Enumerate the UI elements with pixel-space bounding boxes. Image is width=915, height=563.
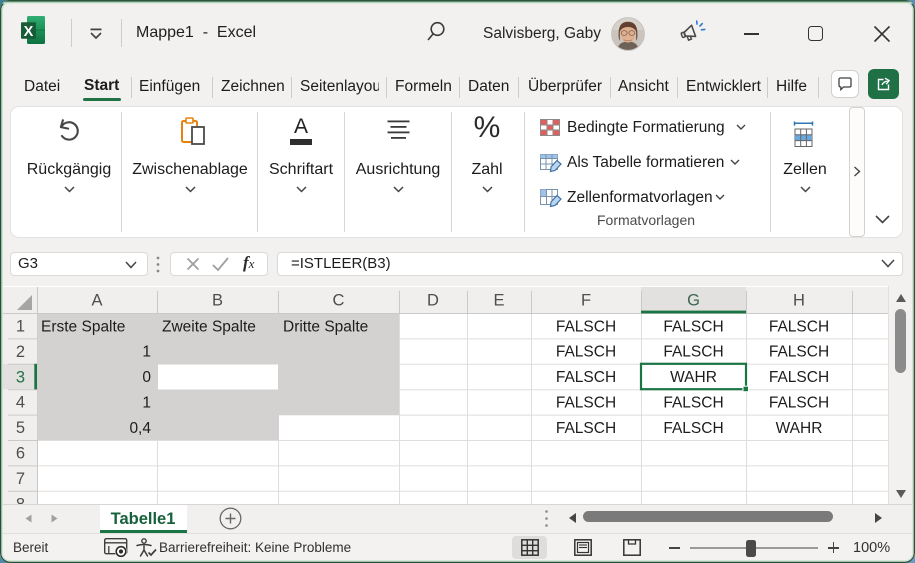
svg-text:FALSCH: FALSCH <box>663 344 723 361</box>
svg-text:X: X <box>24 24 34 40</box>
svg-text:0: 0 <box>142 369 151 386</box>
svg-text:FALSCH: FALSCH <box>556 344 616 361</box>
svg-text:3: 3 <box>16 368 25 386</box>
svg-text:FALSCH: FALSCH <box>663 420 723 437</box>
svg-text:H: H <box>793 292 805 310</box>
svg-text:FALSCH: FALSCH <box>769 344 829 361</box>
svg-text:5: 5 <box>16 419 25 437</box>
svg-text:FALSCH: FALSCH <box>663 395 723 412</box>
svg-text:7: 7 <box>16 470 25 488</box>
svg-text:F: F <box>581 292 591 310</box>
svg-text:B: B <box>212 292 223 310</box>
svg-text:FALSCH: FALSCH <box>556 318 616 335</box>
svg-text:FALSCH: FALSCH <box>663 318 723 335</box>
svg-text:Dritte Spalte: Dritte Spalte <box>283 318 368 335</box>
svg-text:6: 6 <box>16 445 25 463</box>
svg-text:2: 2 <box>16 343 25 361</box>
svg-text:WAHR: WAHR <box>776 420 823 437</box>
svg-text:FALSCH: FALSCH <box>769 395 829 412</box>
svg-text:C: C <box>333 292 345 310</box>
svg-text:D: D <box>427 292 439 310</box>
svg-text:FALSCH: FALSCH <box>556 420 616 437</box>
svg-text:4: 4 <box>16 394 25 412</box>
svg-text:1: 1 <box>142 344 151 361</box>
svg-text:0,4: 0,4 <box>129 420 151 437</box>
svg-text:A: A <box>91 292 102 310</box>
svg-text:FALSCH: FALSCH <box>556 395 616 412</box>
svg-text:Zweite Spalte: Zweite Spalte <box>162 318 256 335</box>
svg-text:Erste Spalte: Erste Spalte <box>41 318 125 335</box>
svg-text:1: 1 <box>142 395 151 412</box>
svg-text:FALSCH: FALSCH <box>769 369 829 386</box>
svg-text:G: G <box>687 292 700 310</box>
svg-text:FALSCH: FALSCH <box>769 318 829 335</box>
svg-text:FALSCH: FALSCH <box>556 369 616 386</box>
svg-text:E: E <box>493 292 504 310</box>
svg-text:1: 1 <box>16 318 25 336</box>
svg-text:WAHR: WAHR <box>670 369 717 386</box>
